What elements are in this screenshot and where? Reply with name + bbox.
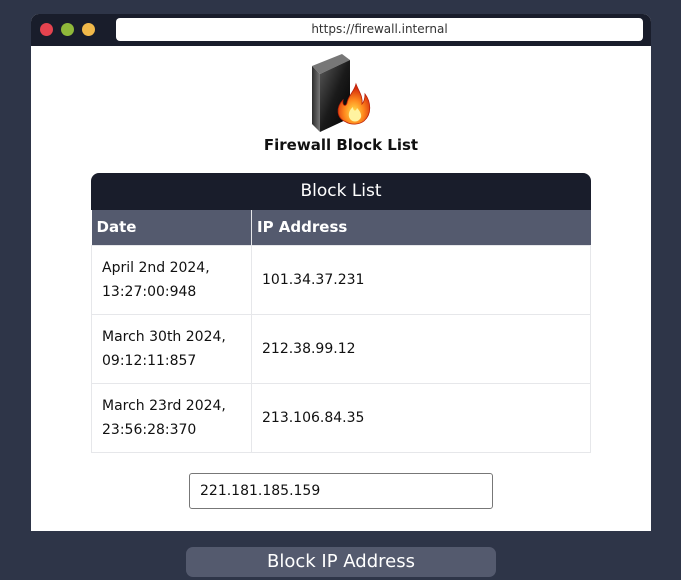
block-list-header: Block List xyxy=(91,173,591,210)
column-header-ip: IP Address xyxy=(251,210,591,245)
table-row: March 23rd 2024, 23:56:28:370 213.106.84… xyxy=(91,382,591,453)
date-line: March 23rd 2024, xyxy=(102,397,226,414)
firewall-icon xyxy=(306,52,376,134)
ip-cell: 213.106.84.35 xyxy=(251,382,591,453)
maximize-window-button[interactable] xyxy=(82,23,95,36)
time-line: 09:12:11:857 xyxy=(102,352,197,369)
browser-window: https://firewall.internal Firewall Block… xyxy=(31,14,651,531)
time-line: 23:56:28:370 xyxy=(102,421,197,438)
table-header-row: Date IP Address xyxy=(91,210,591,245)
date-cell: March 23rd 2024, 23:56:28:370 xyxy=(91,382,252,453)
date-line: April 2nd 2024, xyxy=(102,259,210,276)
date-cell: March 30th 2024, 09:12:11:857 xyxy=(91,313,252,384)
address-bar[interactable]: https://firewall.internal xyxy=(116,18,643,41)
column-header-date: Date xyxy=(91,210,252,245)
ip-address-input[interactable] xyxy=(189,473,493,509)
date-line: March 30th 2024, xyxy=(102,328,226,345)
table-row: March 30th 2024, 09:12:11:857 212.38.99.… xyxy=(91,313,591,384)
block-ip-button[interactable]: Block IP Address xyxy=(186,547,496,577)
minimize-window-button[interactable] xyxy=(61,23,74,36)
browser-titlebar: https://firewall.internal xyxy=(31,14,651,46)
page-title: Firewall Block List xyxy=(263,136,419,154)
time-line: 13:27:00:948 xyxy=(102,283,197,300)
date-cell: April 2nd 2024, 13:27:00:948 xyxy=(91,244,252,315)
ip-cell: 212.38.99.12 xyxy=(251,313,591,384)
close-window-button[interactable] xyxy=(40,23,53,36)
table-row: April 2nd 2024, 13:27:00:948 101.34.37.2… xyxy=(91,244,591,315)
block-list-table: Block List Date IP Address April 2nd 202… xyxy=(91,173,591,453)
ip-cell: 101.34.37.231 xyxy=(251,244,591,315)
